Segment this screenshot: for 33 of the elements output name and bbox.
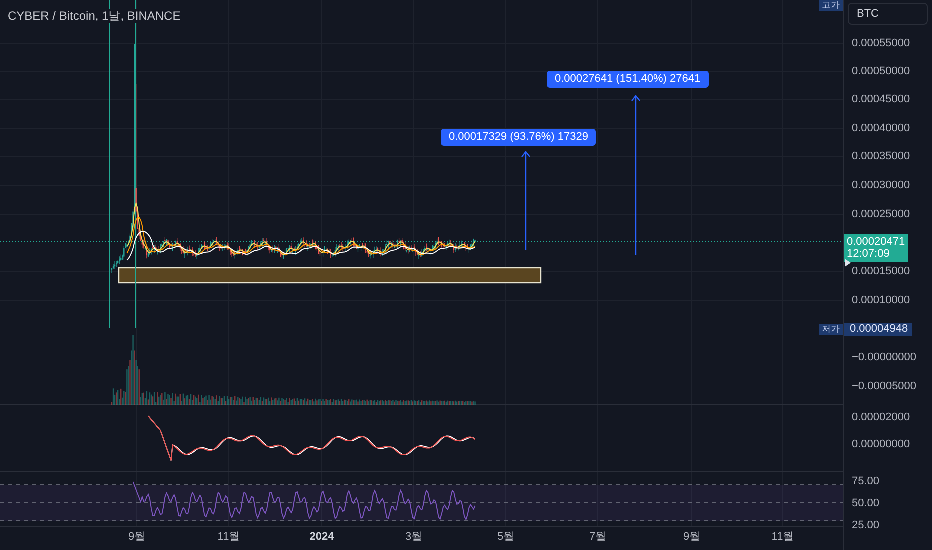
rsi-axis-label: 75.00: [852, 476, 880, 488]
low-tag: 저가: [819, 324, 843, 335]
countdown-timer: 12:07:09: [847, 248, 891, 260]
price-axis-label: 0.00035000: [852, 152, 910, 162]
time-axis-label: 2024: [310, 532, 334, 543]
price-axis-label: 0.00030000: [852, 180, 910, 192]
time-axis-label: 9월: [128, 532, 146, 543]
rsi-axis-label: 25.00: [852, 520, 880, 532]
price-axis-label: 0.00025000: [852, 210, 910, 220]
time-axis-label: 11월: [218, 532, 240, 543]
currency-button[interactable]: BTC: [848, 3, 928, 25]
time-axis-label: 5월: [497, 532, 515, 543]
measurement-label: 0.00027641 (151.40%) 27641: [547, 71, 709, 88]
measurement-label: 0.00017329 (93.76%) 17329: [441, 129, 596, 146]
price-axis-label: 0.00010000: [852, 296, 910, 306]
time-axis-label: 7월: [589, 532, 607, 543]
low-price-label: 0.00004948: [844, 323, 912, 336]
time-axis-label: 3월: [405, 532, 423, 543]
high-tag: 고가: [819, 0, 843, 11]
macd-axis-label: 0.00000000: [852, 440, 910, 450]
price-axis-label: 0.00050000: [852, 66, 910, 78]
current-price: 0.00020471: [847, 236, 906, 248]
price-axis-label: 0.00015000: [852, 266, 910, 278]
price-axis-label: 0.00055000: [852, 38, 910, 50]
chart-title: CYBER / Bitcoin, 1날, BINANCE: [6, 9, 183, 23]
time-axis-label: 9월: [683, 532, 701, 543]
price-axis-label: 0.00040000: [852, 124, 910, 134]
macd-axis-label: 0.00002000: [852, 412, 910, 424]
rsi-axis-label: 50.00: [852, 498, 880, 510]
price-axis-label: 0.00045000: [852, 94, 910, 106]
time-axis-label: 11월: [772, 532, 794, 543]
volume-axis-label: −0.00005000: [852, 382, 917, 392]
volume-axis-label: −0.00000000: [852, 352, 917, 364]
